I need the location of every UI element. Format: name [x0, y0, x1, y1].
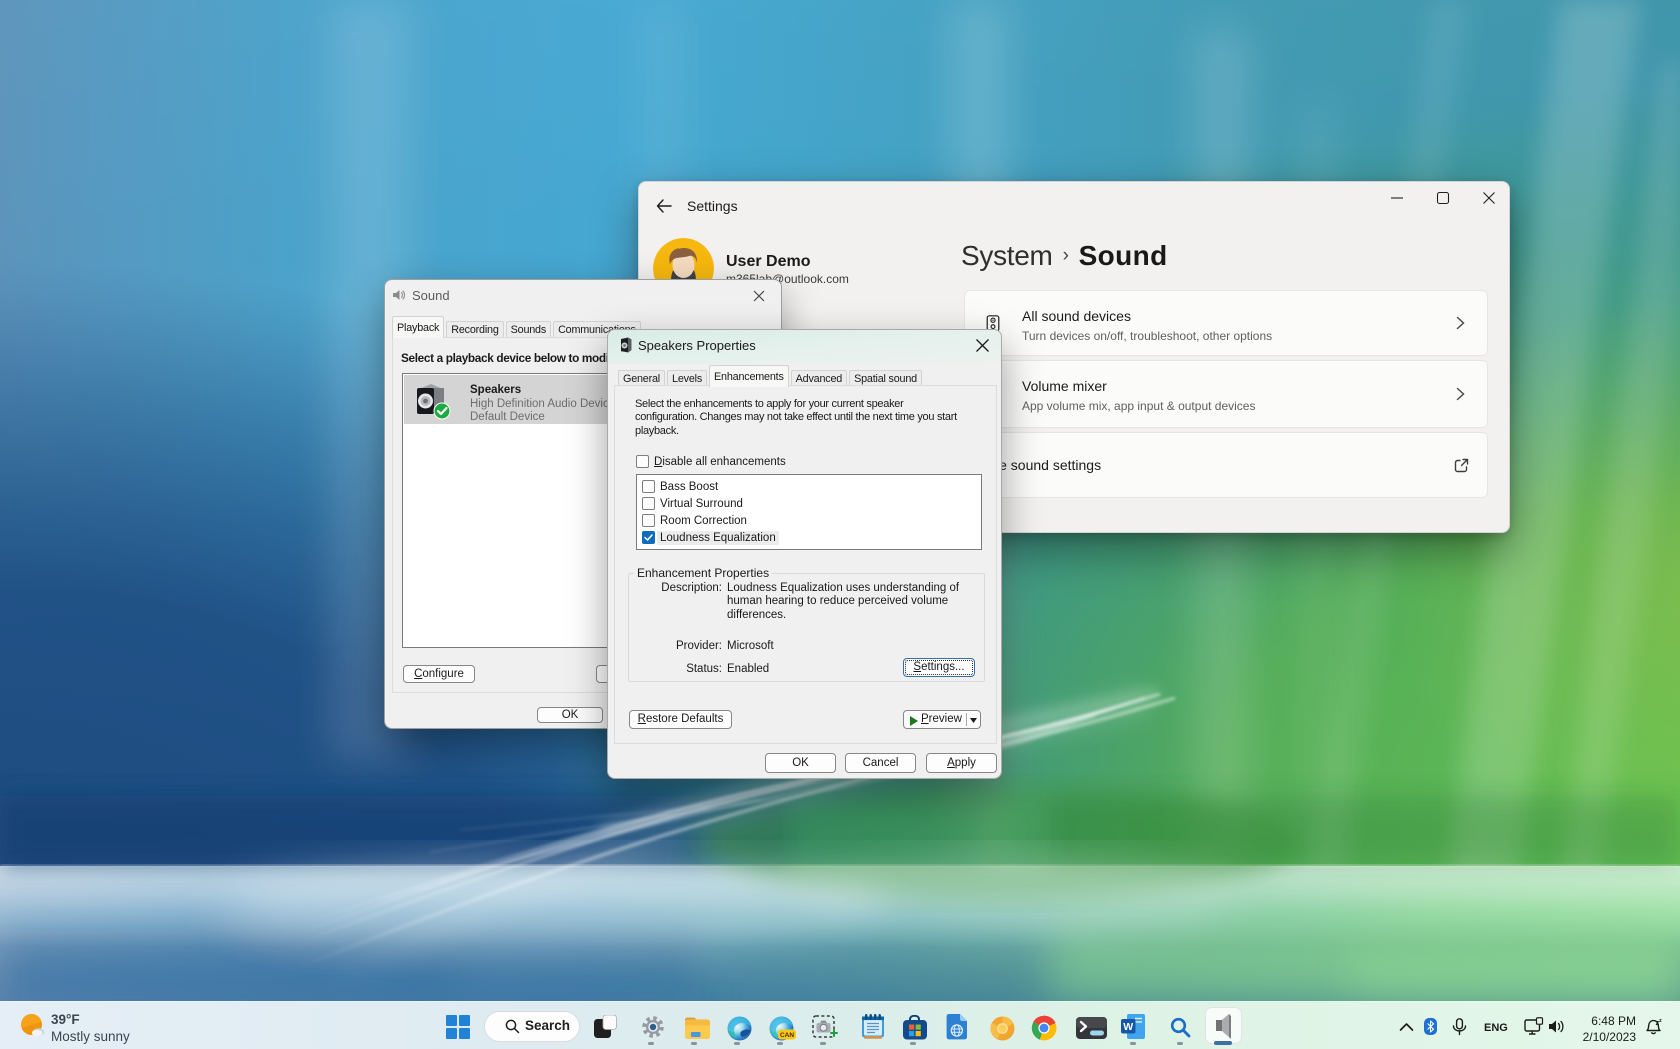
svg-text:z: z: [1659, 1018, 1662, 1024]
svg-text:CAN: CAN: [780, 1032, 794, 1039]
svg-text:W: W: [1123, 1021, 1133, 1033]
